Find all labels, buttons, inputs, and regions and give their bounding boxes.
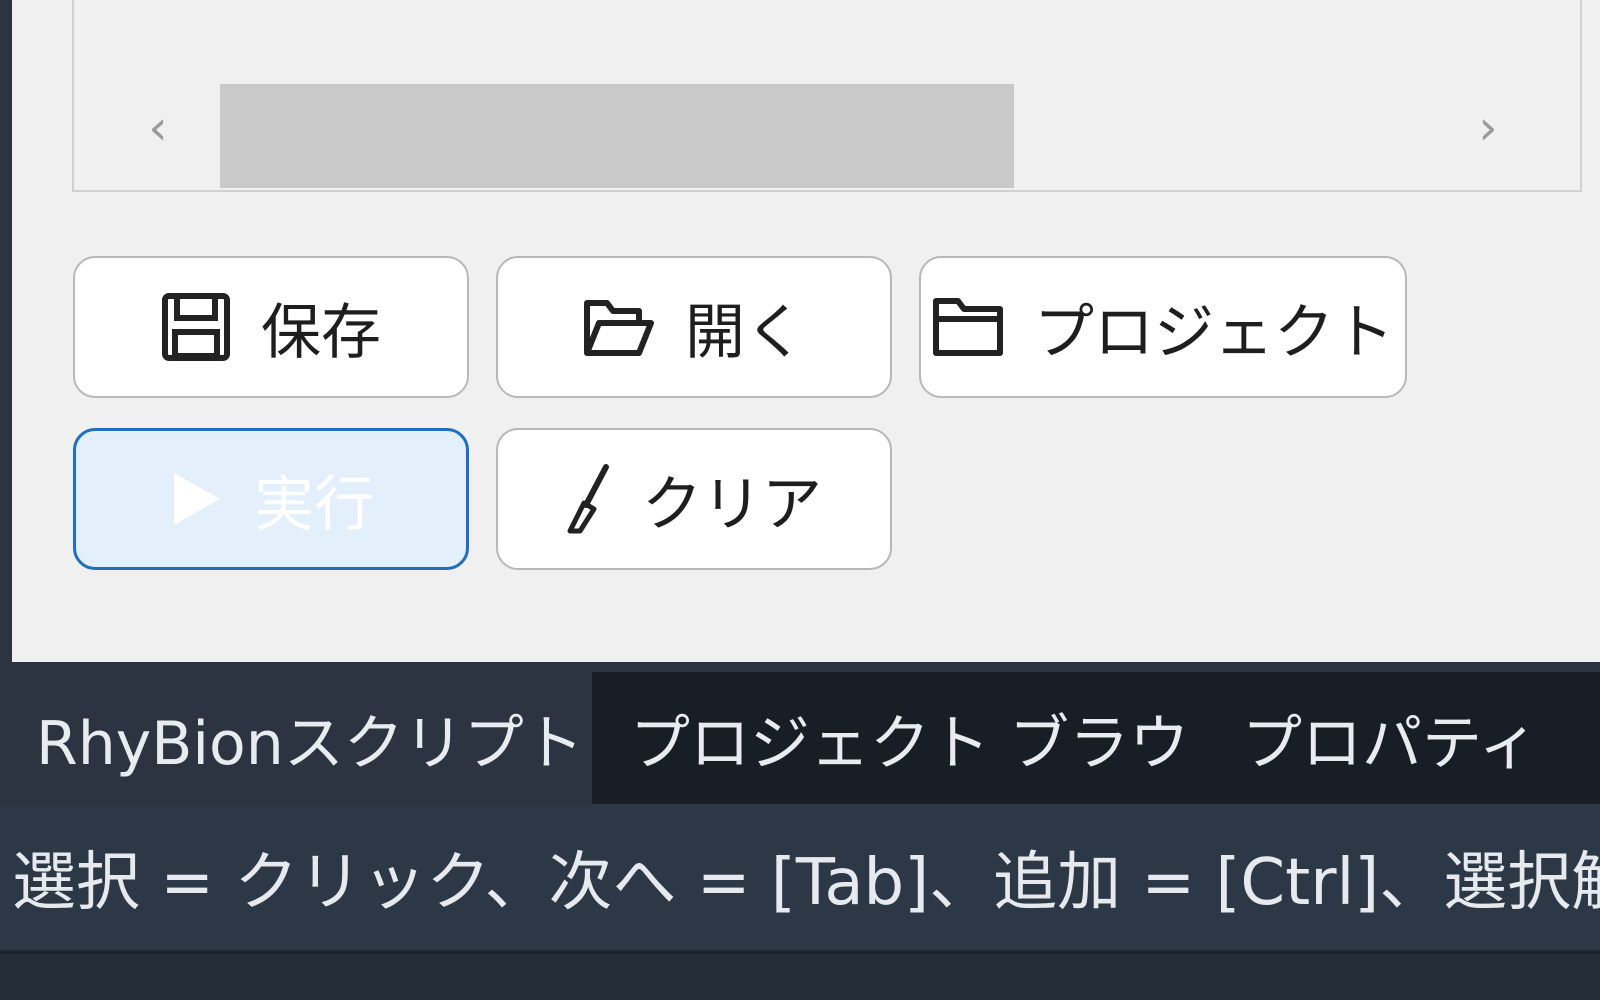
script-panel: ‹ › 保存 開く プロジェクト 実行 クリア xyxy=(12,0,1600,662)
left-edge-strip xyxy=(0,0,12,662)
bottom-area xyxy=(0,954,1600,1000)
play-icon xyxy=(168,469,224,529)
scroll-right-icon[interactable]: › xyxy=(1468,104,1508,152)
clear-button-label: クリア xyxy=(642,469,822,540)
status-bar: 選択 = クリック、次へ = [Tab]、追加 = [Ctrl]、選択解除 = … xyxy=(0,804,1600,950)
project-button-label: プロジェクト xyxy=(1034,297,1394,368)
horizontal-scrollbar[interactable] xyxy=(220,84,1442,188)
tab-project-browser[interactable]: プロジェクト ブラウ... xyxy=(592,672,1192,804)
tab-label: プロパティ xyxy=(1242,708,1539,779)
clear-button[interactable]: クリア xyxy=(496,428,892,570)
tab-label: プロジェクト ブラウ... xyxy=(630,708,1192,779)
save-button[interactable]: 保存 xyxy=(73,256,469,398)
folder-open-icon xyxy=(583,295,655,359)
folder-icon xyxy=(932,295,1004,359)
open-button-label: 開く xyxy=(685,297,805,368)
scrollbar-thumb[interactable] xyxy=(220,84,1015,188)
status-hint-text: 選択 = クリック、次へ = [Tab]、追加 = [Ctrl]、選択解除 = … xyxy=(12,846,1600,920)
tab-properties[interactable]: プロパティ xyxy=(1192,672,1600,804)
scroll-left-icon[interactable]: ‹ xyxy=(138,104,178,152)
tab-rhybion-script[interactable]: RhyBionスクリプト xyxy=(0,672,592,804)
run-button-label: 実行 xyxy=(254,469,374,540)
project-button[interactable]: プロジェクト xyxy=(919,256,1407,398)
panel-tab-bar: RhyBionスクリプト プロジェクト ブラウ... プロパティ xyxy=(0,672,1600,804)
run-button[interactable]: 実行 xyxy=(73,428,469,570)
save-button-label: 保存 xyxy=(261,297,381,368)
app-window: ‹ › 保存 開く プロジェクト 実行 クリア RhyBionスクリプト プロジ… xyxy=(0,0,1600,1000)
script-editor[interactable]: ‹ › xyxy=(72,0,1582,192)
floppy-disk-icon xyxy=(161,292,231,362)
brush-icon xyxy=(566,463,612,535)
open-button[interactable]: 開く xyxy=(496,256,892,398)
tab-label: RhyBionスクリプト xyxy=(36,708,584,779)
